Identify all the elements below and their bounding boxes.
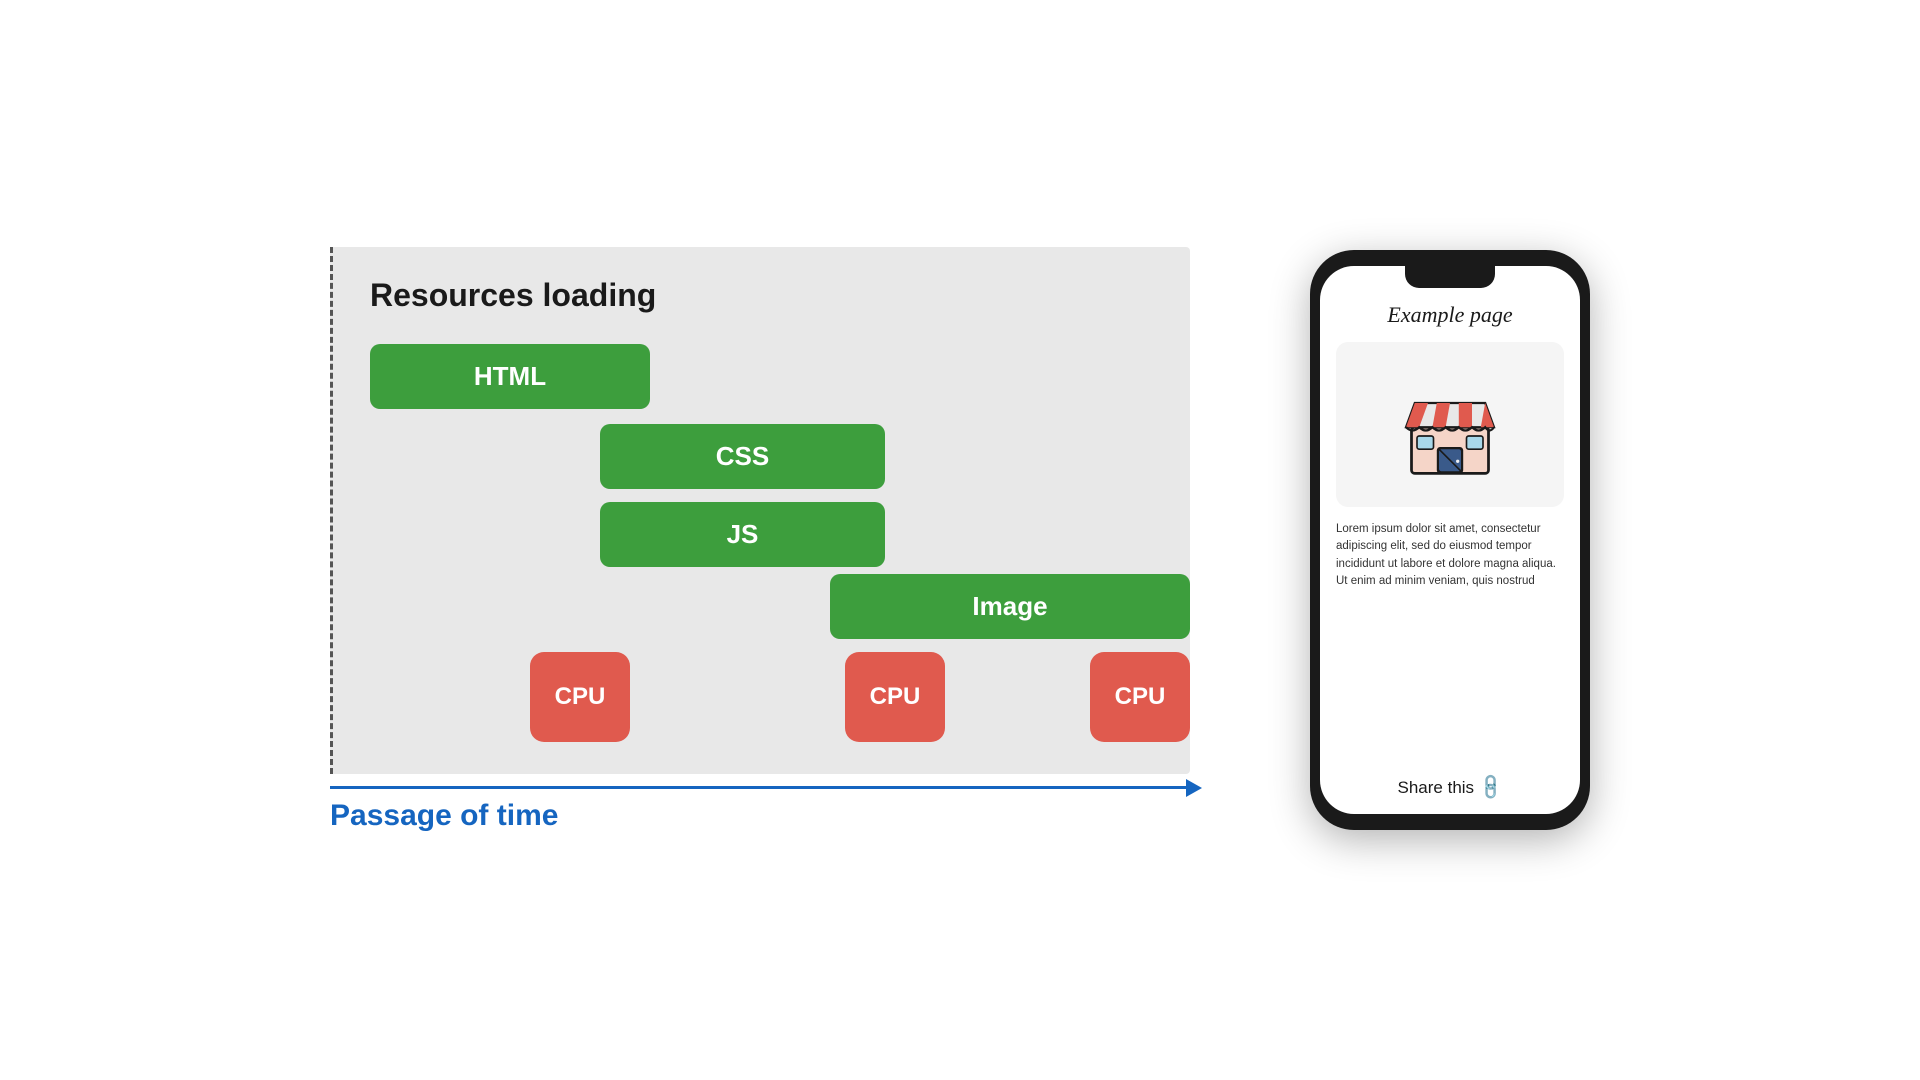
- phone-lorem-text: Lorem ipsum dolor sit amet, consectetur …: [1336, 521, 1564, 590]
- time-axis-container: [330, 786, 1190, 789]
- cpu-box-1: CPU: [530, 652, 630, 742]
- link-icon: 🔗: [1476, 772, 1507, 803]
- diagram-section: Resources loading HTML CSS JS Image: [330, 247, 1190, 833]
- time-label: Passage of time: [330, 799, 558, 833]
- phone-section: Example page: [1310, 250, 1590, 830]
- css-bar: CSS: [600, 424, 885, 489]
- main-container: Resources loading HTML CSS JS Image: [0, 247, 1920, 833]
- phone-page-title: Example page: [1387, 302, 1512, 328]
- time-axis-line: [330, 786, 1190, 789]
- js-bar: JS: [600, 502, 885, 567]
- image-bar: Image: [830, 574, 1190, 639]
- cpu-box-3: CPU: [1090, 652, 1190, 742]
- shop-illustration: [1395, 370, 1505, 480]
- diagram-box: Resources loading HTML CSS JS Image: [330, 247, 1190, 774]
- phone-frame: Example page: [1310, 250, 1590, 830]
- share-label: Share this: [1398, 778, 1475, 798]
- phone-notch: [1405, 266, 1495, 288]
- cpu-box-2: CPU: [845, 652, 945, 742]
- resources-area: HTML CSS JS Image CPU C: [370, 344, 1150, 724]
- phone-share[interactable]: Share this 🔗: [1398, 777, 1503, 798]
- phone-image-card: [1336, 342, 1564, 507]
- html-bar: HTML: [370, 344, 650, 409]
- diagram-title: Resources loading: [370, 277, 1150, 314]
- phone-screen: Example page: [1320, 266, 1580, 814]
